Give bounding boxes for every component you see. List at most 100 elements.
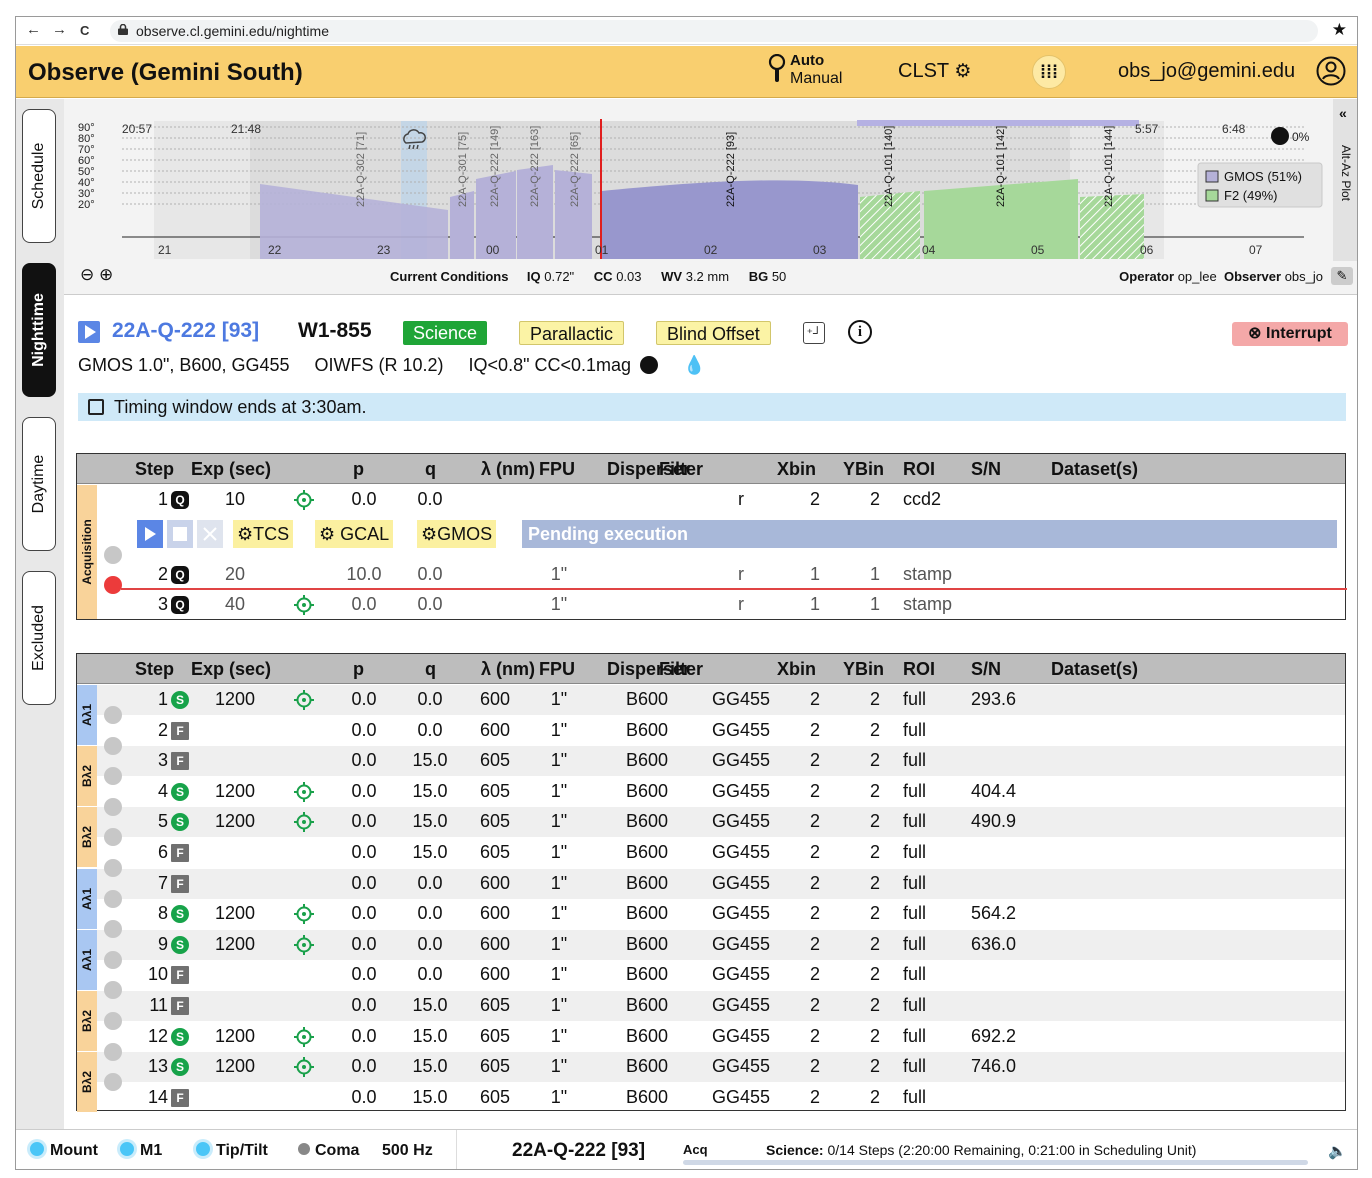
step-number: 8 — [157, 903, 168, 924]
edit-pencil-icon[interactable]: ✎ — [1331, 267, 1353, 285]
table-row[interactable]: 3 F 0.0 15.0 605 1" B600 GG455 2 2 full — [77, 746, 1345, 777]
back-icon[interactable]: ← — [26, 21, 41, 38]
page-title: Observe (Gemini South) — [28, 59, 303, 86]
mode-manual-label: Manual — [790, 70, 843, 87]
note-icon — [88, 399, 104, 415]
address-bar[interactable]: observe.cl.gemini.edu/nightime — [110, 20, 1318, 42]
step-number: 1 — [157, 489, 168, 509]
breakpoint-marker[interactable] — [104, 950, 122, 969]
pending-execution-bar: Pending execution — [522, 520, 1337, 548]
zoom-out-icon[interactable]: ⊖ — [80, 265, 94, 284]
roi-cell: full — [903, 780, 927, 801]
filter-cell: GG455 — [711, 811, 771, 832]
user-avatar-icon[interactable] — [1316, 56, 1346, 86]
bookmark-star-icon[interactable]: ★ — [1332, 20, 1347, 40]
q-cell: 15.0 — [412, 1086, 448, 1107]
mount-label: Mount — [50, 1142, 98, 1159]
run-button[interactable] — [137, 520, 163, 548]
exposure-cell: 1200 — [214, 1056, 256, 1077]
apps-grid-icon[interactable]: ⁞⁞⁞ — [1032, 55, 1066, 89]
fpu-cell: 1" — [550, 780, 568, 801]
table-row[interactable]: 11 F 0.0 15.0 605 1" B600 GG455 2 2 full — [77, 991, 1345, 1021]
guiding-active-icon — [196, 1142, 210, 1156]
clst-label: CLST — [898, 60, 949, 82]
table-row[interactable]: 7 F 0.0 0.0 600 1" B600 GG455 2 2 full — [77, 868, 1345, 899]
breakpoint-marker[interactable] — [104, 797, 122, 816]
interrupt-button[interactable]: ⊗ Interrupt — [1232, 322, 1348, 346]
table-row[interactable]: 8 S 1200 0.0 0.0 600 1" B600 GG455 2 2 full 564.2 — [77, 899, 1345, 929]
table-row[interactable]: 4 S 1200 0.0 15.0 605 1" B600 GG455 2 2 full 404.4 — [77, 777, 1345, 807]
forward-icon[interactable]: → — [52, 21, 67, 38]
table-row[interactable]: 9 S 1200 0.0 0.0 600 1" B600 GG455 2 2 full 636.0 — [77, 929, 1345, 960]
operator-label: Operator — [1119, 269, 1175, 284]
p-cell: 0.0 — [351, 933, 377, 954]
wavelength-cell: 605 — [479, 1056, 511, 1077]
gcal-config-button[interactable]: ⚙ GCAL — [315, 520, 394, 548]
offset-icon[interactable]: ⁺┘ — [803, 322, 825, 344]
breakpoint-marker[interactable] — [104, 736, 122, 755]
speaker-icon[interactable]: 🔈 — [1328, 1142, 1347, 1160]
step-cell: 1Q — [141, 489, 189, 510]
table-row[interactable]: 1 S 1200 0.0 0.0 600 1" B600 GG455 2 2 full 293.6 — [77, 685, 1345, 715]
column-header: Xbin — [777, 459, 816, 479]
clst-settings[interactable]: CLST ⚙ — [898, 60, 971, 83]
footer-science-progress: Science: 0/14 Steps (2:20:00 Remaining, … — [766, 1142, 1196, 1158]
observation-id[interactable]: 22A-Q-222 [93] — [112, 319, 259, 343]
abort-button[interactable] — [197, 520, 223, 548]
tiptilt-status: Tip/Tilt — [196, 1142, 268, 1160]
tab-daytime[interactable]: Daytime — [22, 417, 56, 551]
tab-excluded[interactable]: Excluded — [22, 571, 56, 705]
step-number: 13 — [147, 1056, 168, 1077]
gmos-config-button[interactable]: ⚙GMOS — [417, 520, 497, 548]
tcs-config-button[interactable]: ⚙TCS — [233, 520, 294, 548]
zoom-in-icon[interactable]: ⊕ — [99, 265, 113, 284]
plot-canvas: 90° 80° 70° 60° 50° 40° 30° 20° 20:57 21… — [78, 119, 1323, 259]
guide-target-icon — [293, 811, 315, 833]
table-row[interactable]: 2 Q 20 10.0 0.0 1" r 1 1 stamp — [77, 560, 1345, 590]
science-progress-text: 0/14 Steps (2:20:00 Remaining, 0:21:00 i… — [827, 1142, 1197, 1158]
breakpoint-active[interactable] — [104, 576, 122, 594]
tiptilt-label: Tip/Tilt — [216, 1142, 268, 1159]
breakpoint-marker[interactable] — [104, 1012, 122, 1030]
mode-auto-label: Auto — [790, 52, 825, 69]
stop-button[interactable] — [167, 520, 193, 548]
table-row[interactable]: 6 F 0.0 15.0 605 1" B600 GG455 2 2 full — [77, 838, 1345, 868]
table-row[interactable]: 5 S 1200 0.0 15.0 605 1" B600 GG455 2 2 full 490.9 — [77, 807, 1345, 838]
breakpoint-marker[interactable] — [104, 859, 122, 877]
q-cell: 15.0 — [412, 842, 448, 862]
guiding-active-icon — [120, 1142, 134, 1156]
step-group-label: Bλ2 — [80, 826, 94, 849]
table-row[interactable]: 2 F 0.0 0.0 600 1" B600 GG455 2 2 full — [77, 716, 1345, 746]
breakpoint-marker[interactable] — [104, 1042, 122, 1061]
table-row[interactable]: 10 F 0.0 0.0 600 1" B600 GG455 2 2 full — [77, 960, 1345, 990]
ybin-cell: 2 — [869, 811, 880, 832]
play-icon[interactable] — [78, 321, 100, 343]
column-header: q — [425, 459, 436, 479]
table-row[interactable]: 12 S 1200 0.0 15.0 605 1" B600 GG455 2 2 full 692.2 — [77, 1022, 1345, 1052]
table-row[interactable]: 1 Q 10 0.0 0.0 r 2 2 ccd2 — [77, 485, 1345, 515]
table-row[interactable]: 3 Q 40 0.0 0.0 1" r 1 1 stamp — [77, 590, 1345, 620]
breakpoint-marker[interactable] — [104, 889, 122, 908]
fpu-cell: 1" — [550, 719, 568, 740]
alt-az-plot: 90° 80° 70° 60° 50° 40° 30° 20° 20:57 21… — [64, 99, 1357, 295]
fpu-cell: 1" — [550, 964, 568, 985]
reload-icon[interactable]: C — [80, 23, 89, 38]
tab-nighttime[interactable]: Nighttime — [22, 263, 56, 397]
breakpoint-marker[interactable] — [104, 706, 122, 724]
zoom-controls: ⊖ ⊕ — [80, 265, 113, 285]
flat-step-icon: F — [171, 844, 189, 862]
plot-collapse-toggle[interactable]: « Alt-Az Plot — [1333, 99, 1357, 261]
fpu-cell: 1" — [550, 903, 568, 924]
science-label: Science: — [766, 1142, 824, 1158]
fpu-cell: 1" — [550, 594, 568, 614]
science-step-icon: S — [171, 1027, 189, 1046]
tab-schedule[interactable]: Schedule — [22, 109, 56, 243]
info-icon[interactable]: i — [848, 320, 872, 344]
table-row[interactable]: 14 F 0.0 15.0 605 1" B600 GG455 2 2 full — [77, 1083, 1345, 1113]
step-number: 5 — [157, 811, 168, 832]
step-group-label: Aλ1 — [80, 948, 94, 971]
roi-cell: full — [903, 1086, 927, 1107]
flat-step-icon: F — [171, 752, 189, 771]
table-row[interactable]: 13 S 1200 0.0 15.0 605 1" B600 GG455 2 2 full 746.0 — [77, 1052, 1345, 1083]
breakpoint-marker[interactable] — [104, 546, 122, 564]
